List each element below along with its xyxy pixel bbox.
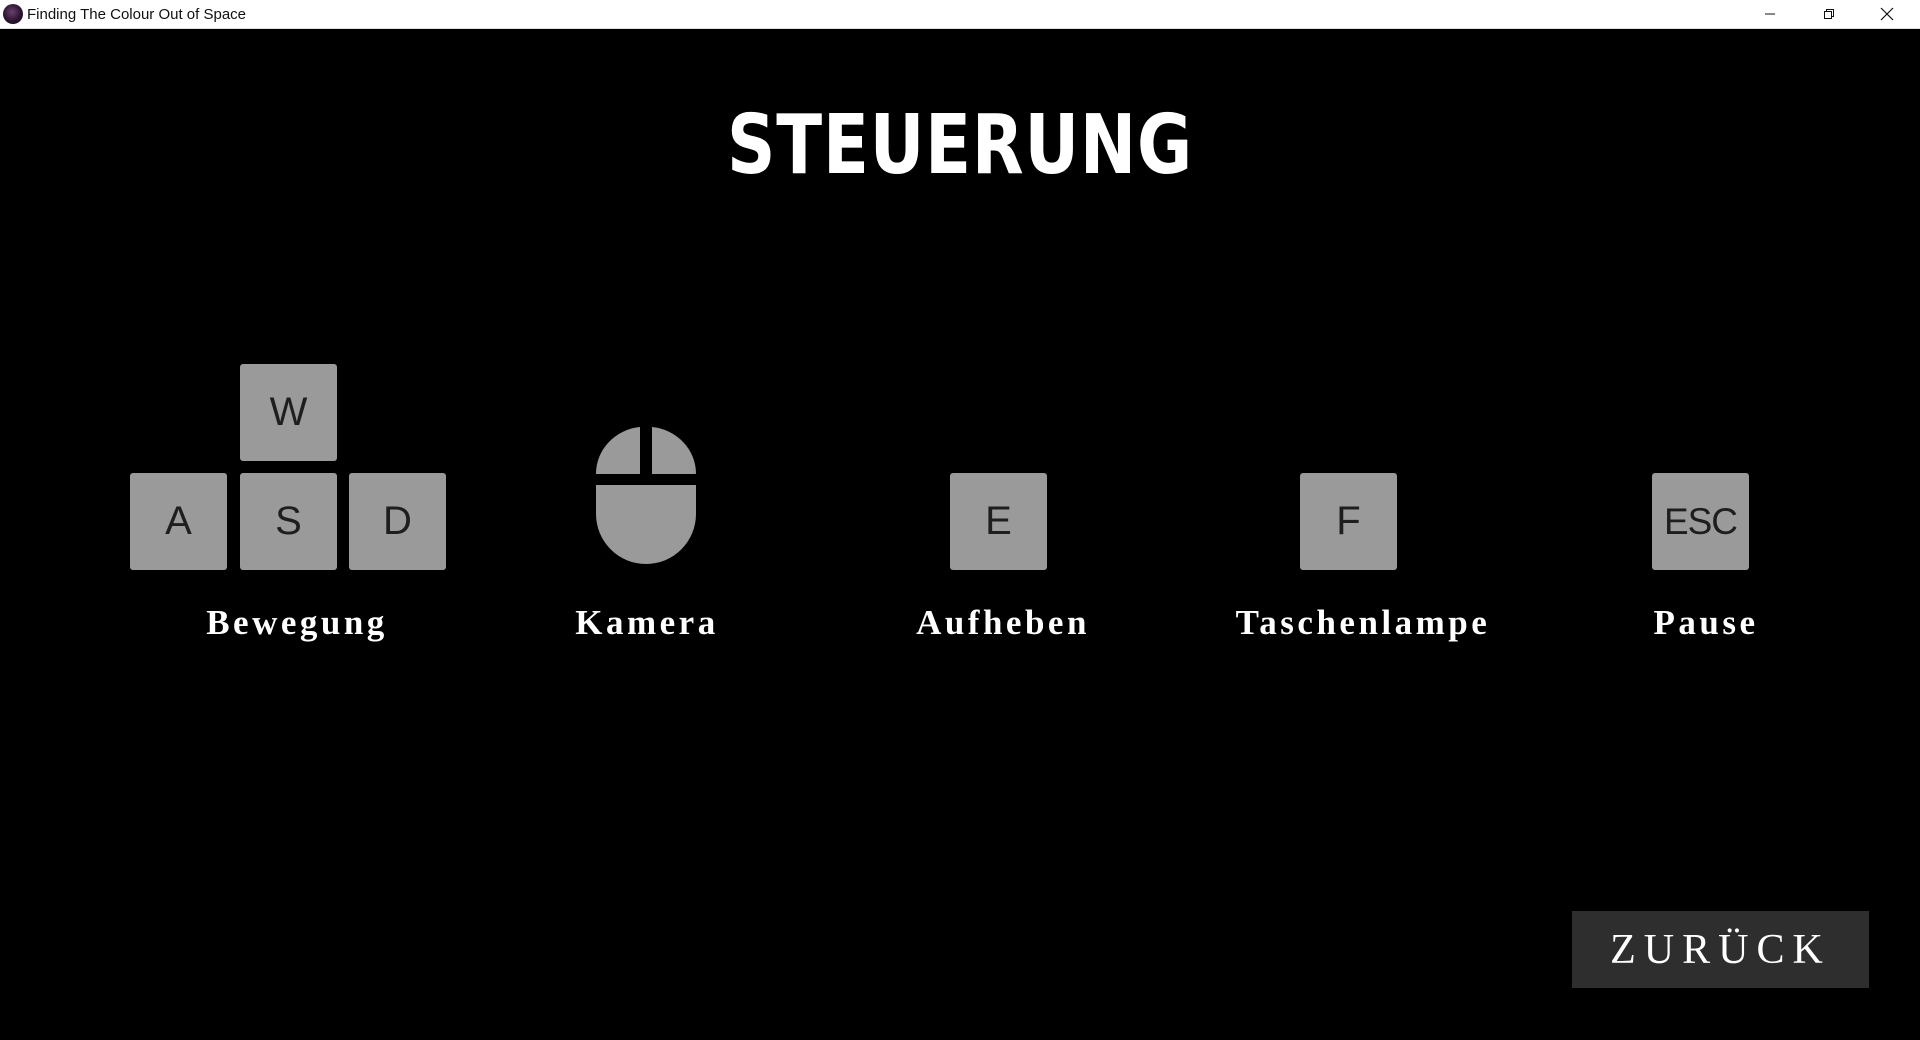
window-title: Finding The Colour Out of Space	[27, 6, 247, 23]
label-kamera: Kamera	[575, 603, 719, 642]
close-button[interactable]	[1858, 0, 1916, 28]
key-e: E	[950, 473, 1047, 570]
key-esc: ESC	[1652, 473, 1749, 570]
label-pause: Pause	[1653, 603, 1759, 642]
minimize-button[interactable]	[1741, 0, 1799, 28]
label-aufheben: Aufheben	[916, 603, 1090, 642]
key-w: W	[240, 364, 337, 461]
mouse-icon	[595, 427, 697, 564]
restore-icon	[1824, 9, 1834, 19]
minimize-icon	[1765, 13, 1775, 15]
controls-screen: STEUERUNG W A S D Bewegung Kamera E Aufh…	[0, 29, 1920, 1040]
key-a: A	[130, 473, 227, 570]
key-f: F	[1300, 473, 1397, 570]
page-title: STEUERUNG	[727, 98, 1193, 193]
game-logo-icon	[3, 4, 23, 24]
key-s: S	[240, 473, 337, 570]
label-bewegung: Bewegung	[206, 603, 388, 642]
restore-button[interactable]	[1800, 0, 1858, 28]
close-icon	[1880, 7, 1894, 21]
back-button[interactable]: ZURÜCK	[1572, 911, 1869, 988]
key-d: D	[349, 473, 446, 570]
window-titlebar: Finding The Colour Out of Space	[0, 0, 1920, 29]
label-taschenlampe: Taschenlampe	[1235, 603, 1491, 642]
